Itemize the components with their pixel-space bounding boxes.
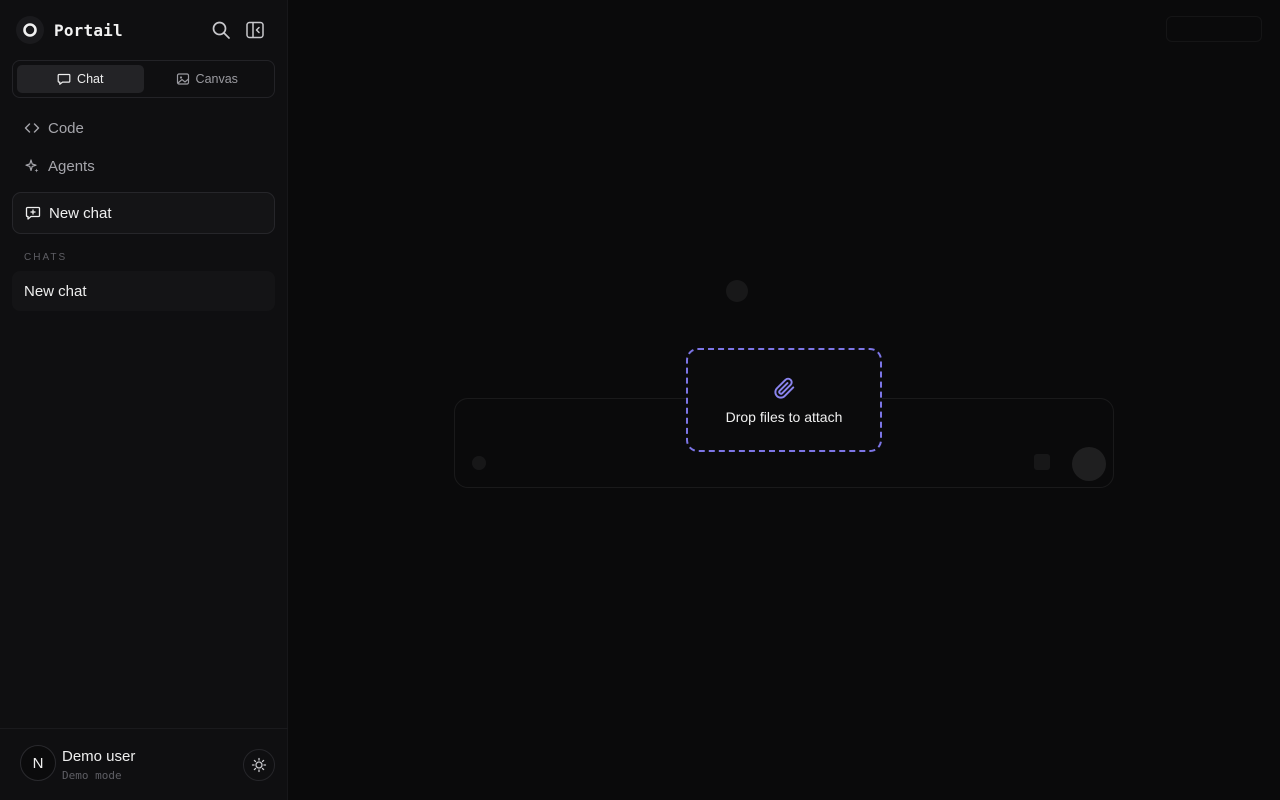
sidebar: Portail Chat Canvas Code Agents New chat… bbox=[0, 0, 288, 800]
theme-toggle-button[interactable] bbox=[243, 749, 275, 781]
new-chat-button[interactable]: New chat bbox=[12, 192, 275, 234]
sidebar-item-label: Code bbox=[48, 119, 84, 137]
mode-switch: Chat Canvas bbox=[12, 60, 275, 98]
mic-icon bbox=[1034, 454, 1050, 470]
chat-title: New chat bbox=[24, 282, 87, 300]
tab-chat-label: Chat bbox=[77, 72, 104, 86]
tab-canvas[interactable]: Canvas bbox=[144, 65, 271, 93]
tab-canvas-label: Canvas bbox=[195, 72, 238, 86]
sidebar-item-label: Agents bbox=[48, 157, 95, 175]
hero-brand bbox=[726, 280, 748, 302]
send-button bbox=[1072, 447, 1106, 481]
chats-section-label: CHATS bbox=[24, 252, 68, 263]
brand: Portail bbox=[16, 16, 272, 44]
logo-icon bbox=[726, 280, 748, 302]
header-button bbox=[1166, 16, 1262, 42]
message-plus-icon bbox=[25, 205, 41, 221]
logo-icon bbox=[16, 16, 44, 44]
brand-name: Portail bbox=[54, 20, 123, 40]
file-drop-zone[interactable]: Drop files to attach bbox=[686, 348, 882, 452]
search-icon[interactable] bbox=[209, 18, 233, 42]
image-icon bbox=[176, 72, 190, 86]
user-name: Demo user bbox=[62, 748, 136, 765]
user-profile: N Demo user Demo mode bbox=[0, 728, 288, 800]
user-subtitle: Demo mode bbox=[62, 769, 122, 782]
main-area: Drop files to attach bbox=[288, 0, 1280, 800]
sidebar-collapse-icon[interactable] bbox=[243, 18, 267, 42]
code-icon bbox=[24, 120, 40, 136]
tab-chat[interactable]: Chat bbox=[17, 65, 144, 93]
message-square-icon bbox=[57, 72, 71, 86]
sparkles-icon bbox=[24, 158, 40, 174]
paperclip-icon bbox=[771, 375, 797, 401]
chat-list-item[interactable]: New chat bbox=[12, 271, 275, 311]
plus-icon bbox=[472, 456, 486, 470]
sidebar-item-code[interactable]: Code bbox=[12, 111, 275, 145]
new-chat-label: New chat bbox=[49, 204, 112, 222]
drop-zone-label: Drop files to attach bbox=[725, 409, 843, 425]
sidebar-item-agents[interactable]: Agents bbox=[12, 149, 275, 183]
avatar[interactable]: N bbox=[20, 745, 56, 781]
sun-icon bbox=[251, 757, 267, 773]
